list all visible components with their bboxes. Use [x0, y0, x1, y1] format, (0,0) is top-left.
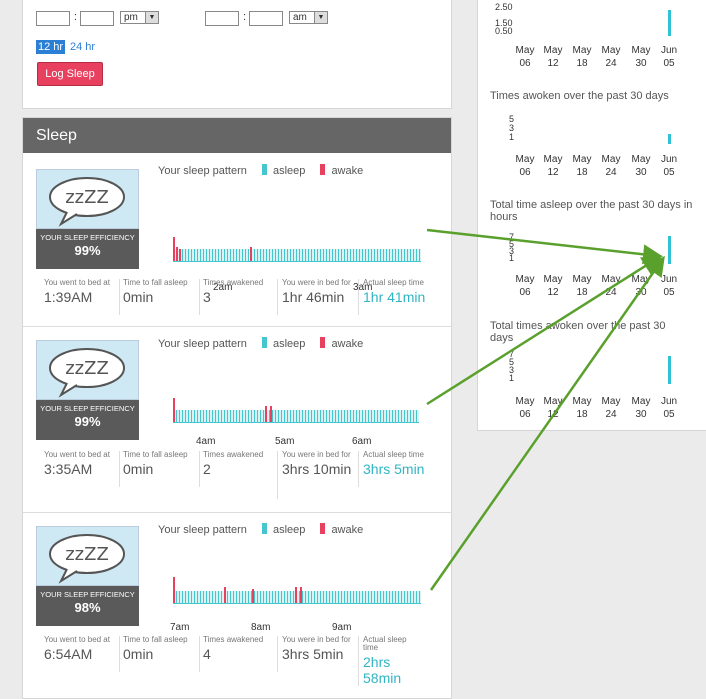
arrow: [429, 255, 665, 591]
annotation-arrows: [426, 228, 665, 591]
arrow: [426, 255, 663, 406]
arrow: [426, 228, 663, 265]
